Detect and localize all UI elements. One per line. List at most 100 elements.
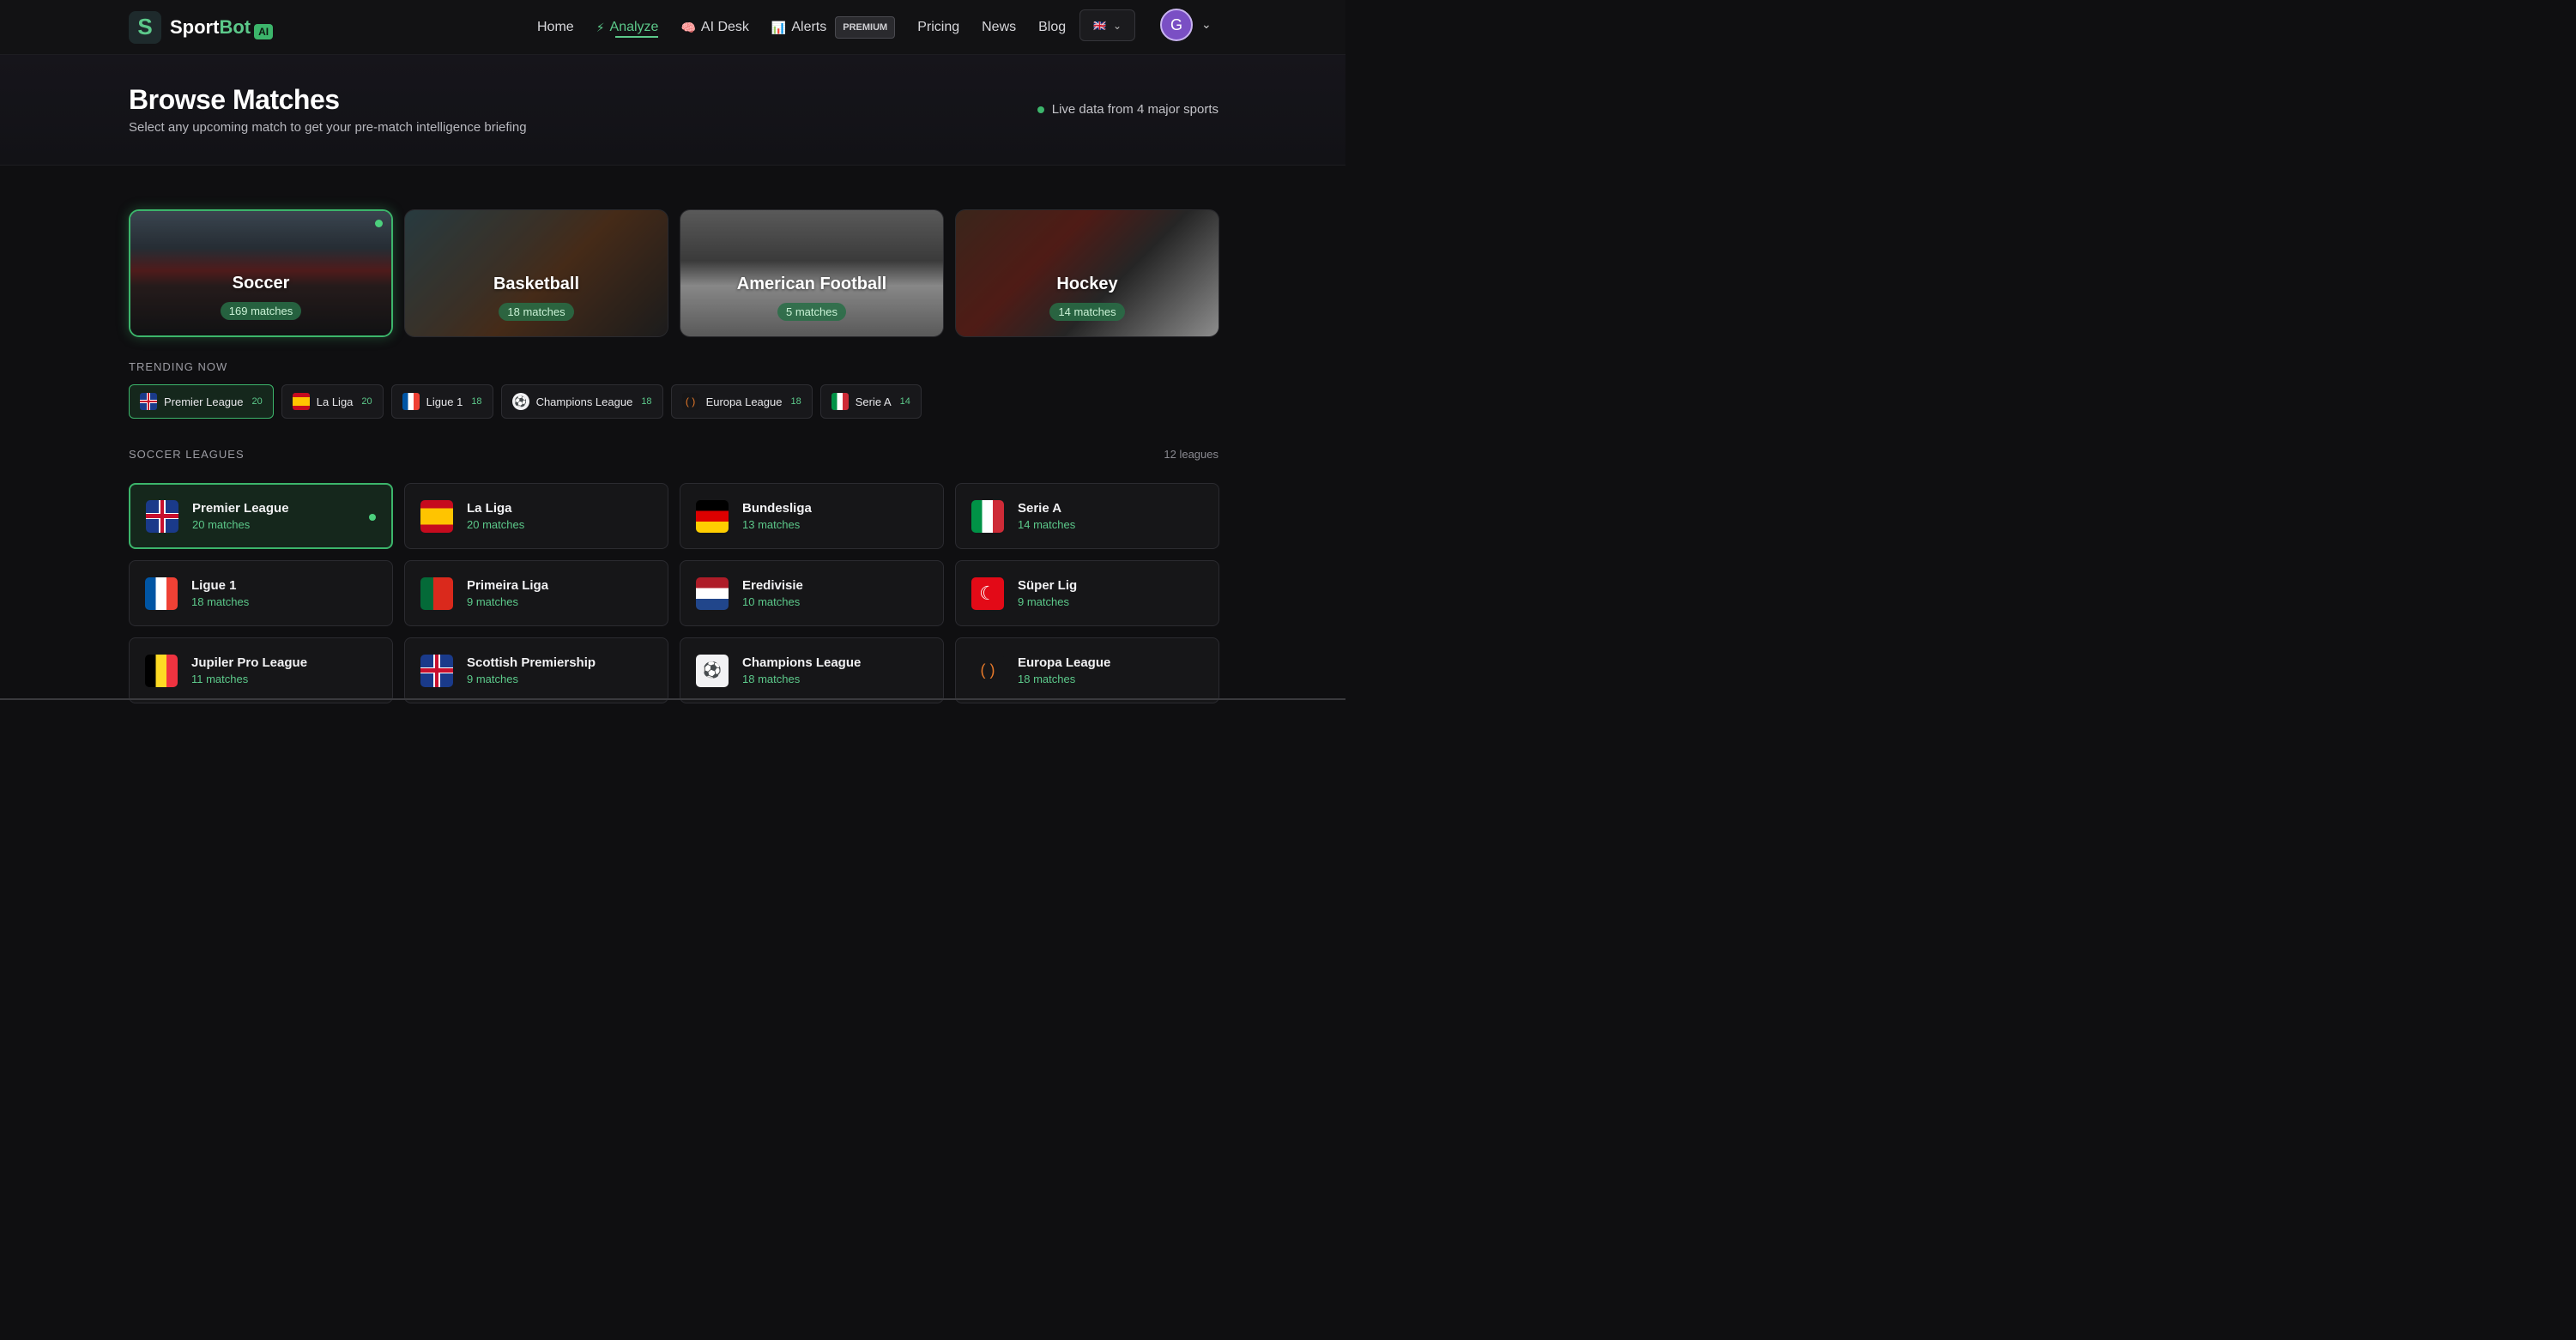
league-card-serie-a[interactable]: Serie A 14 matches [955, 483, 1219, 549]
sport-match-count: 18 matches [499, 303, 574, 321]
uk-flag-icon [420, 654, 453, 687]
champions-league-logo-icon: ⚽ [696, 654, 729, 687]
france-flag-icon [145, 576, 178, 610]
trending-chip-premier-league[interactable]: Premier League 20 [129, 384, 274, 419]
leagues-label: SOCCER LEAGUES [129, 448, 245, 461]
account-chevron-down-icon[interactable]: ⌄ [1201, 17, 1212, 32]
nav-analyze[interactable]: ⚡ Analyze [596, 0, 659, 55]
league-info: Jupiler Pro League 11 matches [191, 655, 307, 685]
league-match-count: 9 matches [467, 595, 518, 608]
league-match-count: 11 matches [191, 673, 249, 685]
belgium-flag-icon [145, 654, 178, 687]
league-name: Serie A [1018, 501, 1062, 516]
league-info: Scottish Premiership 9 matches [467, 655, 596, 685]
league-info: La Liga 20 matches [467, 501, 524, 531]
netherlands-flag-icon [696, 576, 729, 610]
window-bottom-edge [0, 698, 1345, 700]
brain-icon: 🧠 [680, 20, 696, 34]
trending-chip-ligue-1[interactable]: Ligue 1 18 [390, 384, 493, 419]
avatar-initial: G [1170, 15, 1182, 33]
avatar[interactable]: G [1160, 9, 1193, 41]
portugal-flag-icon [420, 576, 453, 610]
sport-name: American Football [736, 275, 887, 293]
league-name: Champions League [742, 655, 862, 670]
sport-name: Basketball [493, 275, 580, 293]
league-info: Serie A 14 matches [1018, 501, 1075, 531]
league-match-count: 18 matches [1018, 673, 1076, 685]
chip-label: La Liga [316, 395, 354, 408]
ai-badge: AI [254, 23, 274, 39]
app-name-part-2: Bot [219, 15, 251, 38]
league-card-premier-league[interactable]: Premier League 20 matches [129, 483, 393, 549]
sport-card-soccer[interactable]: Soccer 169 matches [129, 209, 393, 337]
nav-blog-label: Blog [1038, 20, 1067, 34]
page-header: Browse Matches Select any upcoming match… [0, 55, 1345, 166]
logo-icon: S [129, 10, 161, 44]
sport-name: Soccer [232, 274, 290, 293]
spain-flag-icon [292, 393, 310, 410]
league-match-count: 20 matches [467, 518, 525, 531]
nav-pricing[interactable]: Pricing [917, 0, 959, 55]
league-info: Europa League 18 matches [1018, 655, 1110, 685]
nav-pricing-label: Pricing [917, 20, 960, 34]
germany-flag-icon [696, 499, 729, 533]
turkey-flag-icon: ☾ [971, 576, 1004, 610]
league-card-eredivisie[interactable]: Eredivisie 10 matches [680, 560, 944, 626]
live-status: Live data from 4 major sports [1037, 102, 1218, 117]
sport-selector: Soccer 169 matches Basketball 18 matches… [129, 209, 1219, 337]
league-card-scottish-premiership[interactable]: Scottish Premiership 9 matches [404, 637, 668, 703]
nav-ai-desk[interactable]: 🧠 AI Desk [680, 0, 748, 55]
league-card-la-liga[interactable]: La Liga 20 matches [404, 483, 668, 549]
trending-chip-europa-league[interactable]: ( ) Europa League 18 [670, 384, 813, 419]
league-name: Primeira Liga [467, 578, 549, 593]
trending-chip-la-liga[interactable]: La Liga 20 [281, 384, 384, 419]
league-name: Bundesliga [742, 501, 812, 516]
chip-label: Serie A [855, 395, 892, 408]
top-navbar: S SportBot AI Home ⚡ Analyze 🧠 AI Desk 📊 … [0, 0, 1345, 55]
league-match-count: 20 matches [192, 518, 251, 531]
page-title: Browse Matches [129, 84, 340, 115]
premium-badge: PREMIUM [835, 16, 896, 39]
chart-icon: 📊 [771, 20, 787, 34]
europa-league-logo-icon: ( ) [971, 654, 1004, 687]
language-selector[interactable]: 🇬🇧 ⌄ [1079, 9, 1135, 41]
nav-blog[interactable]: Blog [1038, 0, 1066, 55]
europa-league-logo-icon: ( ) [681, 393, 699, 410]
sport-name: Hockey [1056, 275, 1118, 293]
chip-count: 20 [251, 396, 263, 407]
league-card-super-lig[interactable]: ☾ Süper Lig 9 matches [955, 560, 1219, 626]
nav-news[interactable]: News [982, 0, 1016, 55]
league-name: Eredivisie [742, 578, 803, 593]
league-card-bundesliga[interactable]: Bundesliga 13 matches [680, 483, 944, 549]
chip-label: Premier League [164, 395, 244, 408]
nav-alerts[interactable]: 📊 Alerts PREMIUM [771, 0, 896, 55]
spain-flag-icon [420, 499, 453, 533]
trending-chip-serie-a[interactable]: Serie A 14 [819, 384, 922, 419]
league-name: Premier League [192, 501, 289, 516]
nav-analyze-label: Analyze [609, 20, 659, 34]
league-card-europa-league[interactable]: ( ) Europa League 18 matches [955, 637, 1219, 703]
sport-card-hockey[interactable]: Hockey 14 matches [955, 209, 1219, 337]
chip-count: 20 [361, 396, 372, 407]
uk-flag-icon: 🇬🇧 [1092, 19, 1106, 32]
league-card-jupiler-pro-league[interactable]: Jupiler Pro League 11 matches [129, 637, 393, 703]
chip-label: Ligue 1 [426, 395, 463, 408]
sport-card-american-football[interactable]: American Football 5 matches [680, 209, 944, 337]
league-card-primeira-liga[interactable]: Primeira Liga 9 matches [404, 560, 668, 626]
league-card-ligue-1[interactable]: Ligue 1 18 matches [129, 560, 393, 626]
champions-league-logo-icon: ⚽ [511, 393, 529, 410]
trending-chips: Premier League 20 La Liga 20 Ligue 1 18 … [129, 384, 922, 419]
league-info: Ligue 1 18 matches [191, 578, 249, 608]
logo[interactable]: S SportBot AI [129, 10, 274, 44]
trending-chip-champions-league[interactable]: ⚽ Champions League 18 [500, 384, 663, 419]
league-card-champions-league[interactable]: ⚽ Champions League 18 matches [680, 637, 944, 703]
nav-home[interactable]: Home [537, 0, 574, 55]
nav-news-label: News [982, 20, 1017, 34]
league-name: Europa League [1018, 655, 1111, 670]
app-name-part-1: Sport [170, 15, 220, 38]
chip-label: Champions League [535, 395, 633, 408]
sport-card-basketball[interactable]: Basketball 18 matches [404, 209, 668, 337]
league-match-count: 9 matches [1018, 595, 1069, 608]
page-subtitle: Select any upcoming match to get your pr… [129, 120, 527, 135]
league-info: Eredivisie 10 matches [742, 578, 803, 608]
